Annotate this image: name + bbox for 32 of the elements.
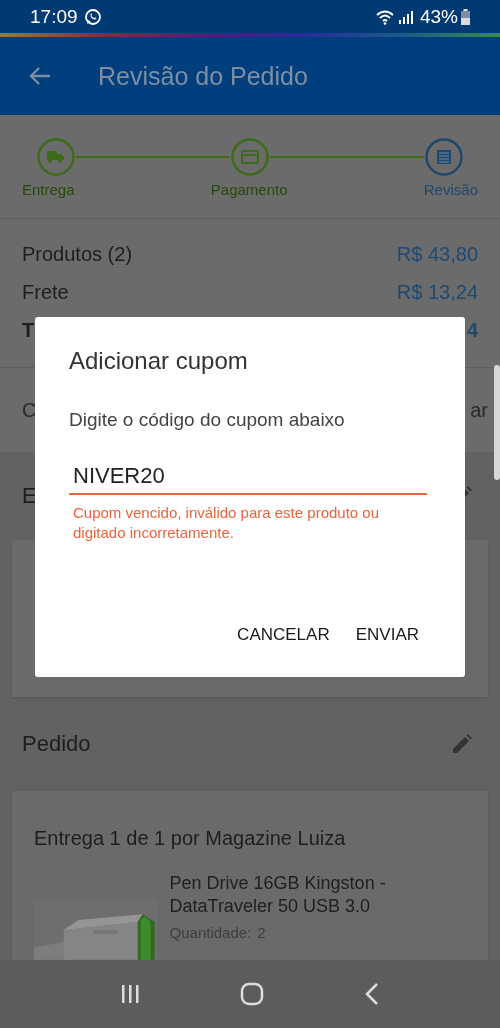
dialog-message: Digite o código do cupom abaixo	[69, 409, 346, 431]
list-icon[interactable]	[424, 137, 464, 177]
signal-icon	[397, 9, 414, 24]
home-icon[interactable]	[240, 982, 264, 1006]
summary-label: Produtos (2)	[22, 242, 133, 266]
shipment-title: Entrega 1 de 1 por Magazine Luiza	[34, 827, 347, 850]
recent-apps-icon[interactable]	[120, 984, 140, 1004]
summary-label: Frete	[22, 280, 69, 304]
clock-text: 17:09	[30, 5, 78, 28]
chat-icon	[83, 7, 102, 26]
back-icon[interactable]	[364, 982, 380, 1006]
dialog-button[interactable]: CANCELAR	[229, 619, 338, 651]
product-name: Pen Drive 16GB Kingston - DataTraveler 50 USB 3.0	[169, 872, 387, 918]
dialog-button[interactable]: ENVIAR	[347, 619, 427, 651]
battery-text: 43%	[419, 5, 458, 28]
step-label[interactable]: Entrega	[22, 181, 75, 198]
coupon-link[interactable]: ar	[464, 398, 488, 422]
summary-label: T	[22, 318, 35, 342]
error-message: Cupom vencido, inválido para este produto ou digitado incorretamente.	[72, 503, 381, 543]
summary-value: 4	[466, 318, 478, 342]
section-title: Pedido	[22, 731, 91, 758]
step-label[interactable]: Pagamento	[210, 181, 288, 198]
dialog-title: Adicionar cupom	[69, 347, 249, 375]
wifi-icon	[374, 8, 395, 25]
summary-value: R$ 43,80	[396, 242, 478, 266]
screen-title: Revisão do Pedido	[98, 61, 308, 91]
coupon-label: C	[22, 398, 37, 422]
summary-value: R$ 13,24	[396, 280, 478, 304]
section-title: E	[22, 482, 37, 509]
battery-icon	[461, 8, 470, 25]
step-label[interactable]: Revisão	[423, 181, 478, 198]
back-arrow-icon	[28, 66, 52, 86]
